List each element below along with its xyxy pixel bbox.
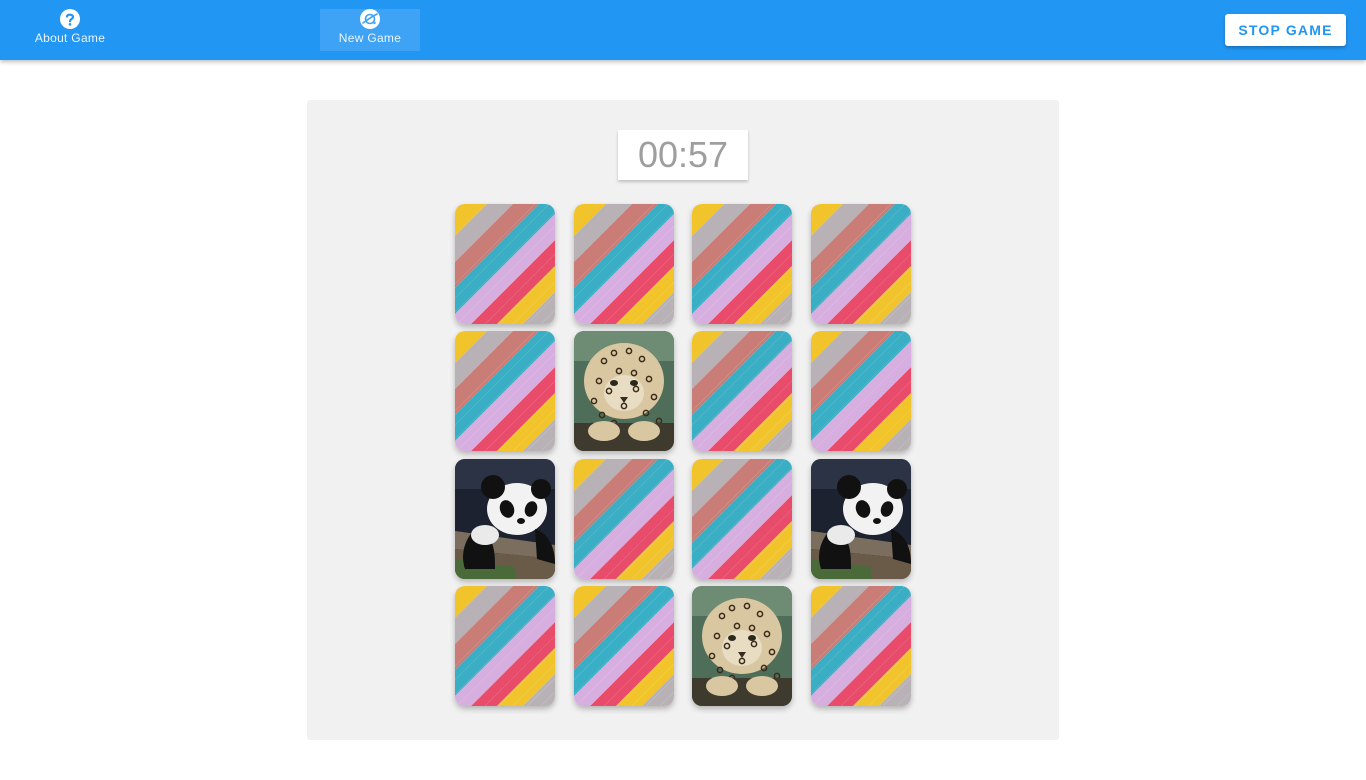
new-game-button[interactable]: New Game xyxy=(320,9,420,51)
question-circle-icon xyxy=(60,9,80,29)
memory-card-face-down[interactable] xyxy=(811,204,911,324)
memory-card-face-down[interactable] xyxy=(574,204,674,324)
planet-icon xyxy=(360,9,380,29)
memory-card-leopard[interactable] xyxy=(692,586,792,706)
memory-card-face-down[interactable] xyxy=(455,586,555,706)
memory-card-face-down[interactable] xyxy=(692,204,792,324)
memory-card-face-down[interactable] xyxy=(811,331,911,451)
about-game-button[interactable]: About Game xyxy=(20,9,120,51)
game-timer: 00:57 xyxy=(618,130,748,180)
memory-card-face-down[interactable] xyxy=(692,459,792,579)
memory-card-face-down[interactable] xyxy=(574,459,674,579)
new-game-label: New Game xyxy=(338,31,402,45)
memory-card-face-down[interactable] xyxy=(455,331,555,451)
memory-card-face-down[interactable] xyxy=(811,586,911,706)
memory-card-face-down[interactable] xyxy=(574,586,674,706)
memory-card-panda[interactable] xyxy=(455,459,555,579)
memory-card-panda[interactable] xyxy=(811,459,911,579)
memory-card-leopard[interactable] xyxy=(574,331,674,451)
stop-game-button[interactable]: STOP GAME xyxy=(1225,14,1346,46)
memory-card-face-down[interactable] xyxy=(455,204,555,324)
top-navigation-bar: About Game New Game STOP GAME xyxy=(0,0,1366,60)
about-game-label: About Game xyxy=(34,31,106,45)
game-board: 00:57 xyxy=(307,100,1059,740)
memory-card-face-down[interactable] xyxy=(692,331,792,451)
